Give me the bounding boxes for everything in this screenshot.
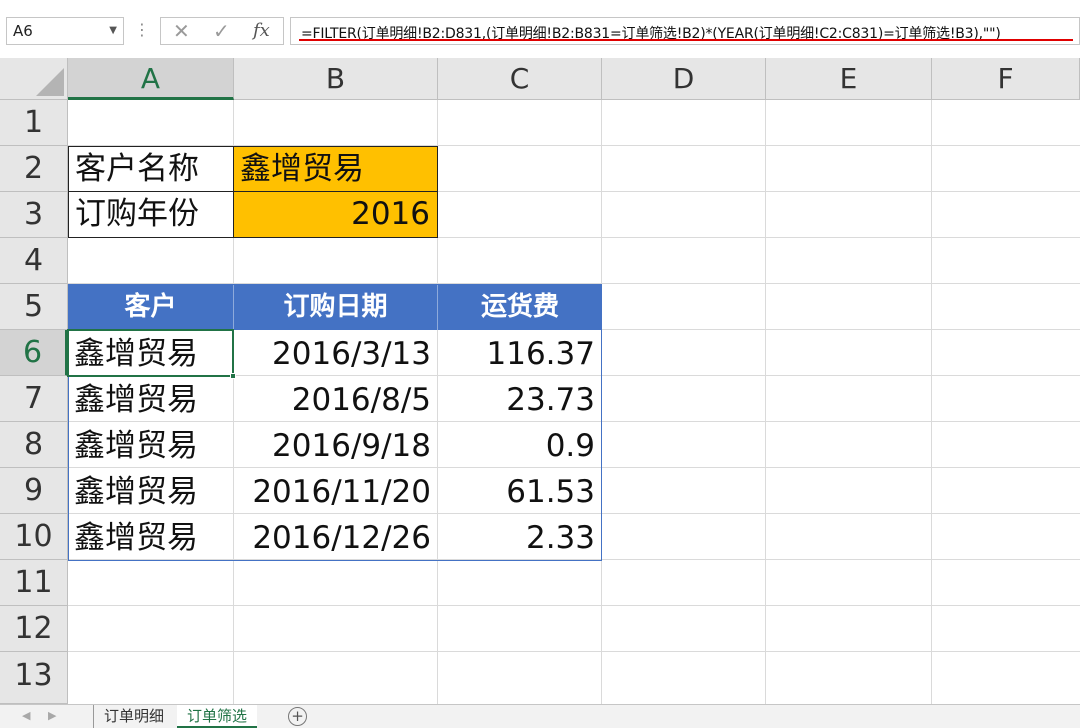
- row-header-5[interactable]: 5: [0, 284, 68, 330]
- column-header-f[interactable]: F: [932, 58, 1080, 100]
- insert-function-icon[interactable]: fx: [253, 20, 270, 42]
- cancel-icon[interactable]: ✕: [173, 20, 190, 42]
- table-cell-date[interactable]: 2016/12/26: [234, 514, 438, 560]
- table-cell-date[interactable]: 2016/8/5: [234, 376, 438, 422]
- row-header-7[interactable]: 7: [0, 376, 68, 422]
- sheet-tabs-bar: ◀ ▶ 订单明细 订单筛选 +: [0, 704, 1080, 728]
- table-cell-date[interactable]: 2016/9/18: [234, 422, 438, 468]
- formula-underline: [299, 39, 1073, 41]
- table-cell-freight[interactable]: 0.9: [438, 422, 602, 468]
- scroll-left-icon[interactable]: ◀: [22, 709, 30, 722]
- row-header-6[interactable]: 6: [0, 330, 68, 376]
- more-options-icon[interactable]: ⋮: [134, 20, 150, 40]
- table-cell-customer[interactable]: 鑫增贸易: [68, 376, 234, 422]
- table-cell-customer[interactable]: 鑫增贸易: [68, 422, 234, 468]
- gridline: [68, 651, 1080, 652]
- table-header-freight[interactable]: 运货费: [438, 284, 602, 330]
- row-header-3[interactable]: 3: [0, 192, 68, 238]
- cell-b2-customer-input[interactable]: 鑫增贸易: [233, 146, 438, 192]
- chevron-down-icon[interactable]: ▼: [109, 25, 117, 36]
- row-header-8[interactable]: 8: [0, 422, 68, 468]
- cell-a3[interactable]: 订购年份: [68, 191, 234, 238]
- table-header-customer[interactable]: 客户: [68, 284, 234, 330]
- table-cell-freight[interactable]: 61.53: [438, 468, 602, 514]
- gridline: [68, 605, 1080, 606]
- cell-b3-year-input[interactable]: 2016: [233, 191, 438, 238]
- table-cell-customer[interactable]: 鑫增贸易: [68, 468, 234, 514]
- column-header-c[interactable]: C: [438, 58, 602, 100]
- table-cell-customer[interactable]: 鑫增贸易: [68, 514, 234, 560]
- column-header-a[interactable]: A: [68, 58, 234, 100]
- row-header-13[interactable]: 13: [0, 652, 68, 704]
- row-header-4[interactable]: 4: [0, 238, 68, 284]
- select-all-icon: [36, 68, 64, 96]
- column-header-b[interactable]: B: [234, 58, 438, 100]
- sheet-tab-order-details[interactable]: 订单明细: [93, 705, 174, 728]
- table-cell-date[interactable]: 2016/11/20: [234, 468, 438, 514]
- table-cell-freight[interactable]: 2.33: [438, 514, 602, 560]
- formula-input[interactable]: =FILTER(订单明细!B2:D831,(订单明细!B2:B831=订单筛选!…: [290, 17, 1080, 45]
- formula-buttons: ✕ ✓ fx: [160, 17, 284, 45]
- table-cell-date[interactable]: 2016/3/13: [234, 330, 438, 376]
- table-cell-freight[interactable]: 116.37: [438, 330, 602, 376]
- row-header-2[interactable]: 2: [0, 146, 68, 192]
- formula-bar: A6 ▼ ⋮ ✕ ✓ fx =FILTER(订单明细!B2:D831,(订单明细…: [0, 0, 1080, 58]
- add-sheet-icon[interactable]: +: [288, 707, 307, 726]
- row-header-11[interactable]: 11: [0, 560, 68, 606]
- cell-a2[interactable]: 客户名称: [68, 146, 234, 192]
- column-header-d[interactable]: D: [602, 58, 766, 100]
- sheet-tab-order-filter[interactable]: 订单筛选: [177, 705, 258, 728]
- column-header-e[interactable]: E: [766, 58, 932, 100]
- row-header-12[interactable]: 12: [0, 606, 68, 652]
- row-header-1[interactable]: 1: [0, 100, 68, 146]
- row-header-10[interactable]: 10: [0, 514, 68, 560]
- name-box[interactable]: A6 ▼: [6, 17, 124, 45]
- row-header-9[interactable]: 9: [0, 468, 68, 514]
- scroll-right-icon[interactable]: ▶: [48, 709, 56, 722]
- enter-icon[interactable]: ✓: [213, 20, 230, 42]
- table-cell-freight[interactable]: 23.73: [438, 376, 602, 422]
- name-box-value: A6: [13, 22, 33, 40]
- select-all-corner[interactable]: [0, 58, 68, 100]
- table-cell-customer[interactable]: 鑫增贸易: [68, 330, 234, 376]
- table-header-order-date[interactable]: 订购日期: [234, 284, 438, 330]
